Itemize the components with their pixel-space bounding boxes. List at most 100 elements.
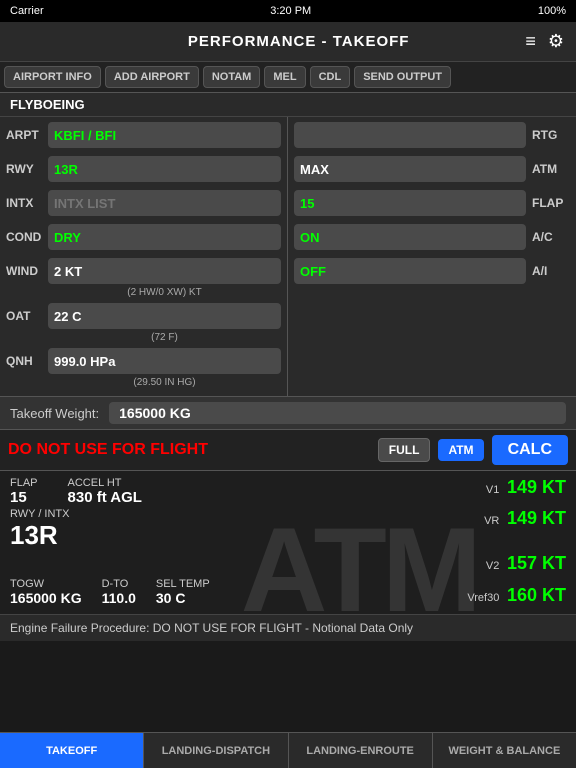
sel-temp-block: SEL TEMP 30 C [156,578,210,606]
to-input[interactable] [294,122,526,148]
togw-value: 165000 KG [10,590,82,606]
tab-takeoff[interactable]: TAKEOFF [0,733,144,768]
intx-row: INTX [6,189,281,217]
menu-icon[interactable]: ≡ [525,31,536,52]
settings-icon[interactable]: ⚙ [548,31,564,52]
max-input[interactable] [294,156,526,182]
engine-failure-text: Engine Failure Procedure: DO NOT USE FOR… [10,621,413,635]
accel-ht-value: 830 ft AGL [68,489,142,506]
ai-row: A/I [294,257,570,285]
qnh-row: QNH [6,347,281,375]
dto-label: D-TO [102,578,136,590]
arpt-input[interactable] [48,122,281,148]
ai-input[interactable] [294,258,526,284]
results-flap-label: FLAP [10,477,38,489]
vr-value: 149 KT [507,508,566,528]
wind-sub: (2 HW/0 XW) KT [6,287,281,298]
full-button[interactable]: FULL [378,438,431,462]
status-bar: Carrier 3:20 PM 100% [0,0,576,22]
v2-value: 157 KT [507,553,566,573]
max-row: ATM [294,155,570,183]
ac-input[interactable] [294,224,526,250]
tab-send-output[interactable]: SEND OUTPUT [354,66,451,88]
tw-label: Takeoff Weight: [10,406,99,421]
qnh-input[interactable] [48,348,281,374]
ai-label: A/I [532,264,570,278]
qnh-sub: (29.50 IN HG) [6,377,281,388]
intx-input[interactable] [48,190,281,216]
wind-row: WIND [6,257,281,285]
rwy-intx-block: RWY / INTX 13R [10,508,70,551]
results-flap: FLAP 15 [10,477,38,506]
tab-landing-dispatch[interactable]: LANDING-DISPATCH [144,733,288,768]
dto-value: 110.0 [102,590,136,606]
battery-label: 100% [538,5,566,17]
bottom-tabs: TAKEOFF LANDING-DISPATCH LANDING-ENROUTE… [0,732,576,768]
to-row: RTG [294,121,570,149]
vref30-label: Vref30 [467,592,499,604]
wind-input[interactable] [48,258,281,284]
carrier-label: Carrier [10,5,44,17]
page-title: PERFORMANCE - TAKEOFF [72,33,525,50]
intx-label: INTX [6,196,48,210]
nav-tabs: AIRPORT INFO ADD AIRPORT NOTAM MEL CDL S… [0,62,576,93]
rwy-intx-value: 13R [10,520,70,551]
flyboeing-label: FLYBOEING [10,97,85,112]
time-label: 3:20 PM [44,5,538,17]
sel-temp-value: 30 C [156,590,210,606]
tab-weight-balance[interactable]: WEIGHT & BALANCE [433,733,576,768]
title-bar: PERFORMANCE - TAKEOFF ≡ ⚙ [0,22,576,62]
dto-block: D-TO 110.0 [102,578,136,606]
flap-input[interactable] [294,190,526,216]
atm-button[interactable]: ATM [438,439,483,461]
form-left: ARPT RWY INTX COND WIND (2 HW/0 XW) KT O… [0,117,288,396]
tab-notam[interactable]: NOTAM [203,66,261,88]
v1-label: V1 [486,484,499,496]
arpt-label: ARPT [6,128,48,142]
ac-row: A/C [294,223,570,251]
calc-button[interactable]: CALC [492,435,568,465]
flyboeing-header: FLYBOEING [0,93,576,117]
sel-temp-label: SEL TEMP [156,578,210,590]
tab-airport-info[interactable]: AIRPORT INFO [4,66,101,88]
rwy-label: RWY [6,162,48,176]
tw-value: 165000 KG [109,402,566,424]
rwy-input[interactable] [48,156,281,182]
results-accel-ht: ACCEL HT 830 ft AGL [68,477,142,506]
tab-cdl[interactable]: CDL [310,66,351,88]
rwy-row: RWY [6,155,281,183]
tab-landing-enroute[interactable]: LANDING-ENROUTE [289,733,433,768]
oat-input[interactable] [48,303,281,329]
v1-value: 149 KT [507,477,566,497]
form-right: RTG ATM FLAP A/C A/I [288,117,576,396]
atm-label: ATM [532,162,570,176]
ac-label: A/C [532,230,570,244]
flap-label: FLAP [532,196,570,210]
warning-text: DO NOT USE FOR FLIGHT [8,441,370,459]
warning-row: DO NOT USE FOR FLIGHT FULL ATM CALC [0,430,576,471]
takeoff-weight-row: Takeoff Weight: 165000 KG [0,397,576,430]
oat-row: OAT [6,302,281,330]
v2-label: V2 [486,560,499,572]
tab-add-airport[interactable]: ADD AIRPORT [105,66,199,88]
tab-mel[interactable]: MEL [264,66,305,88]
rtg-label: RTG [532,128,570,142]
oat-label: OAT [6,309,48,323]
togw-label: TOGW [10,578,82,590]
form-grid: ARPT RWY INTX COND WIND (2 HW/0 XW) KT O… [0,117,576,397]
engine-failure: Engine Failure Procedure: DO NOT USE FOR… [0,614,576,641]
results-flap-value: 15 [10,489,38,506]
togw-block: TOGW 165000 KG [10,578,82,606]
results-section: ATM FLAP 15 ACCEL HT 830 ft AGL V1 149 K… [0,471,576,614]
vr-label: VR [484,515,499,527]
oat-sub: (72 F) [6,332,281,343]
rwy-intx-label: RWY / INTX [10,508,70,520]
wind-label: WIND [6,264,48,278]
accel-ht-label: ACCEL HT [68,477,142,489]
cond-label: COND [6,230,48,244]
vref30-value: 160 KT [507,585,566,605]
cond-input[interactable] [48,224,281,250]
flap-row: FLAP [294,189,570,217]
cond-row: COND [6,223,281,251]
qnh-label: QNH [6,354,48,368]
